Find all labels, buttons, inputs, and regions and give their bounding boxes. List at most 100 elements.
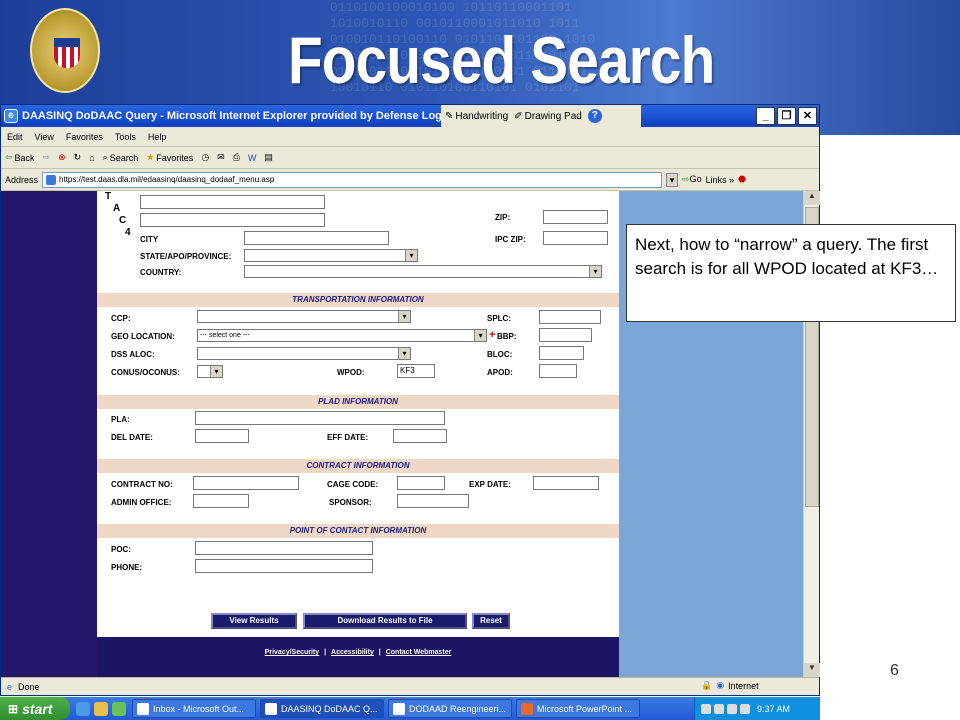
forward-button[interactable]: ⇨ — [43, 152, 51, 163]
sponsor-input[interactable] — [397, 494, 469, 508]
menu-favorites[interactable]: Favorites — [66, 132, 103, 142]
tray-icon-4[interactable] — [740, 703, 750, 714]
stop-button[interactable]: ⊗ — [58, 152, 66, 163]
task-dodaad[interactable]: DODAAD Reengineeri... — [388, 699, 512, 718]
handwriting-label: Handwriting — [455, 110, 509, 122]
window-title: DAASINQ DoDAAC Query - Microsoft Interne… — [22, 110, 481, 122]
menu-edit[interactable]: Edit — [7, 132, 23, 142]
mail-button[interactable]: ✉ — [217, 152, 225, 163]
city-input[interactable] — [244, 231, 389, 245]
edit-button[interactable]: W — [248, 153, 257, 163]
outlook-quicklaunch-icon[interactable] — [94, 701, 108, 716]
windows-logo-icon: ⊞ — [8, 701, 19, 716]
window-titlebar[interactable]: e DAASINQ DoDAAC Query - Microsoft Inter… — [1, 105, 819, 127]
favorites-button[interactable]: ★ Favorites — [146, 152, 193, 163]
task-daasinq[interactable]: DAASINQ DoDAAC Q... — [260, 699, 384, 718]
dss-select[interactable] — [197, 347, 411, 360]
start-button[interactable]: ⊞ start — [0, 697, 70, 720]
cage-code-input[interactable] — [397, 476, 445, 490]
bbp-marker: + — [489, 329, 496, 341]
menu-tools[interactable]: Tools — [115, 132, 136, 142]
minimize-button[interactable]: _ — [756, 107, 775, 125]
callout-box: Next, how to “narrow” a query. The first… — [626, 224, 956, 322]
ie-quicklaunch-icon[interactable] — [76, 701, 90, 716]
menu-help[interactable]: Help — [148, 132, 167, 142]
geo-select[interactable]: --- select one --- — [197, 329, 487, 342]
splc-input[interactable] — [539, 310, 601, 324]
history-button[interactable]: ◷ — [201, 152, 209, 163]
poc-label: POC: — [111, 545, 131, 554]
word-icon: W — [247, 152, 257, 163]
download-results-button[interactable]: Download Results to File — [303, 613, 467, 629]
task-daasinq-label: DAASINQ DoDAAC Q... — [281, 703, 378, 714]
search-button[interactable]: ⌕ Search — [103, 152, 139, 163]
accessibility-link[interactable]: Accessibility — [331, 649, 374, 656]
media-quicklaunch-icon[interactable] — [112, 701, 126, 716]
contact-webmaster-link[interactable]: Contact Webmaster — [386, 649, 452, 656]
task-powerpoint[interactable]: Microsoft PowerPoint ... — [516, 699, 640, 718]
dod-seal-logo — [30, 8, 100, 93]
search-icon: ⌕ — [102, 152, 108, 162]
state-select[interactable] — [244, 249, 418, 262]
handwriting-button[interactable]: ✎ Handwriting — [445, 111, 508, 122]
bloc-input[interactable] — [539, 346, 584, 360]
phone-input[interactable] — [195, 559, 373, 573]
flag-shield-icon — [54, 38, 80, 68]
links-button[interactable]: Links » — [706, 175, 735, 185]
tray-icon-1[interactable] — [701, 703, 711, 714]
contract-no-input[interactable] — [193, 476, 299, 490]
ipc-zip-input[interactable] — [543, 231, 608, 245]
privacy-link[interactable]: Privacy/Security — [265, 649, 319, 656]
clock[interactable]: 9:37 AM — [757, 704, 790, 714]
home-button[interactable]: ⌂ — [89, 153, 94, 163]
drawing-pad-button[interactable]: ✐ Drawing Pad — [514, 111, 582, 122]
del-date-input[interactable] — [195, 429, 249, 443]
help-icon[interactable]: ? — [587, 109, 602, 123]
bbp-input[interactable] — [539, 328, 592, 342]
tray-icon-3[interactable] — [727, 703, 737, 714]
discuss-button[interactable]: ▤ — [264, 152, 273, 163]
address-line-1[interactable] — [140, 195, 325, 209]
address-label: Address — [5, 174, 39, 185]
restore-button[interactable]: ❐ — [777, 107, 796, 125]
view-results-button[interactable]: View Results — [211, 613, 297, 629]
system-tray: 9:37 AM — [694, 697, 820, 720]
refresh-button[interactable]: ↻ — [74, 152, 82, 163]
country-select[interactable] — [244, 265, 602, 278]
task-inbox[interactable]: Inbox - Microsoft Out... — [132, 699, 256, 718]
reset-button[interactable]: Reset — [472, 613, 510, 629]
exp-date-input[interactable] — [533, 476, 599, 490]
scroll-up-arrow-icon[interactable]: ▲ — [804, 191, 820, 205]
tray-icon-2[interactable] — [714, 703, 724, 714]
eff-date-input[interactable] — [393, 429, 447, 443]
pla-input[interactable] — [195, 411, 445, 425]
back-button[interactable]: ⇦ Back — [5, 152, 35, 163]
print-button[interactable]: ⎙ — [233, 152, 240, 163]
print-icon: ⎙ — [232, 152, 240, 162]
quick-launch — [76, 701, 126, 716]
zip-input[interactable] — [543, 210, 608, 224]
close-button[interactable]: ✕ — [798, 107, 817, 125]
security-zone: 🔒 ◉ Internet — [701, 680, 759, 691]
menu-view[interactable]: View — [35, 132, 54, 142]
acrobat-icon[interactable]: ⬣ — [738, 174, 746, 185]
scroll-down-arrow-icon[interactable]: ▼ — [804, 663, 820, 677]
wpod-input[interactable]: KF3 — [397, 364, 435, 378]
address-line-2[interactable] — [140, 213, 325, 227]
exp-date-label: EXP DATE: — [469, 480, 511, 489]
poc-input[interactable] — [195, 541, 373, 555]
go-button[interactable]: ⇨Go — [682, 174, 702, 185]
pla-label: PLA: — [111, 415, 130, 424]
admin-office-input[interactable] — [193, 494, 249, 508]
conus-select[interactable] — [197, 365, 223, 378]
side-letters: T A C 4 — [105, 191, 131, 239]
apod-input[interactable] — [539, 364, 577, 378]
address-input[interactable]: https://test.daas.dla.mil/edaasinq/daasi… — [42, 171, 663, 188]
folder-icon — [393, 702, 405, 715]
ipc-zip-label: IPC ZIP: — [495, 235, 526, 244]
bloc-label: BLOC: — [487, 350, 513, 359]
task-powerpoint-label: Microsoft PowerPoint ... — [537, 703, 633, 714]
address-dropdown[interactable]: ▾ — [666, 172, 679, 187]
ccp-select[interactable] — [197, 310, 411, 323]
back-arrow-icon: ⇦ — [5, 152, 13, 162]
